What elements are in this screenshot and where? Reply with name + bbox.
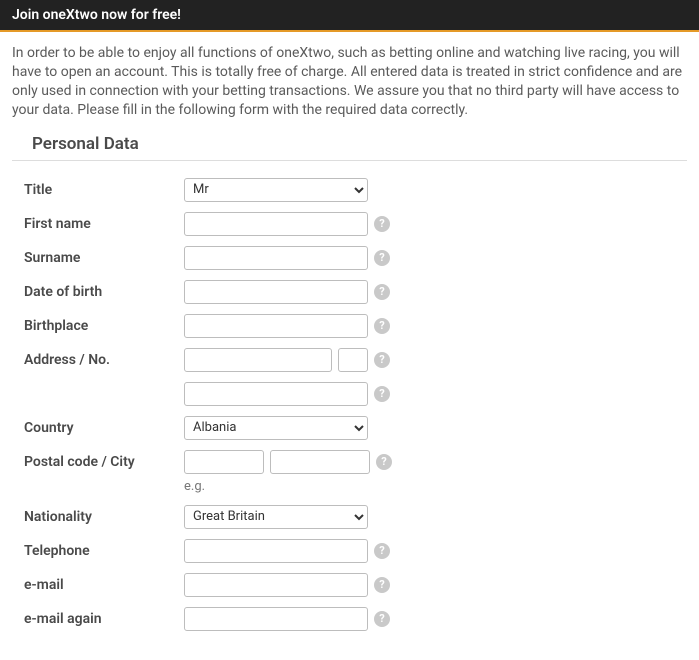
help-icon: ? — [374, 250, 390, 266]
email-again-input[interactable] — [184, 607, 368, 631]
col-surname: ? — [184, 246, 392, 270]
row-title: Title Mr — [24, 177, 675, 203]
row-country: Country Albania — [24, 415, 675, 441]
intro-text: In order to be able to enjoy all functio… — [0, 32, 699, 130]
postal-hint: e.g. — [184, 479, 205, 494]
email-input[interactable] — [184, 573, 368, 597]
label-telephone: Telephone — [24, 543, 184, 559]
row-email-again: e-mail again ? — [24, 606, 675, 632]
nationality-select[interactable]: Great Britain — [184, 505, 368, 529]
label-country: Country — [24, 420, 184, 436]
help-icon: ? — [374, 216, 390, 232]
row-postal: Postal code / City ? — [24, 449, 675, 475]
col-email: ? — [184, 573, 392, 597]
help-icon: ? — [376, 454, 392, 470]
help-icon: ? — [374, 386, 390, 402]
row-birthplace: Birthplace ? — [24, 313, 675, 339]
label-first-name: First name — [24, 216, 184, 232]
col-address-1: ? — [184, 348, 392, 372]
surname-input[interactable] — [184, 246, 368, 270]
country-select[interactable]: Albania — [184, 416, 368, 440]
help-icon: ? — [374, 577, 390, 593]
col-country: Albania — [184, 416, 368, 440]
label-surname: Surname — [24, 250, 184, 266]
help-icon: ? — [374, 318, 390, 334]
row-address-1: Address / No. ? — [24, 347, 675, 373]
label-birthplace: Birthplace — [24, 318, 184, 334]
row-address-2: ? — [24, 381, 675, 407]
row-postal-hint: e.g. — [24, 479, 675, 494]
row-telephone: Telephone ? — [24, 538, 675, 564]
col-address-2: ? — [184, 382, 392, 406]
header-title: Join oneXtwo now for free! — [12, 7, 181, 23]
col-first-name: ? — [184, 212, 392, 236]
label-address: Address / No. — [24, 352, 184, 368]
col-email-again: ? — [184, 607, 392, 631]
row-dob: Date of birth ? — [24, 279, 675, 305]
col-nationality: Great Britain — [184, 505, 368, 529]
col-dob: ? — [184, 280, 392, 304]
row-first-name: First name ? — [24, 211, 675, 237]
postal-code-input[interactable] — [184, 450, 264, 474]
label-postal: Postal code / City — [24, 454, 184, 470]
birthplace-input[interactable] — [184, 314, 368, 338]
col-birthplace: ? — [184, 314, 392, 338]
label-title: Title — [24, 182, 184, 198]
form-area: Title Mr First name ? Surname ? Date of … — [0, 177, 699, 660]
label-email: e-mail — [24, 577, 184, 593]
dob-input[interactable] — [184, 280, 368, 304]
city-input[interactable] — [270, 450, 370, 474]
label-nationality: Nationality — [24, 509, 184, 525]
first-name-input[interactable] — [184, 212, 368, 236]
help-icon: ? — [374, 543, 390, 559]
row-nationality: Nationality Great Britain — [24, 504, 675, 530]
address-line2-input[interactable] — [184, 382, 368, 406]
section-title: Personal Data — [12, 130, 687, 161]
col-postal: ? — [184, 450, 392, 474]
title-select[interactable]: Mr — [184, 178, 368, 202]
row-email: e-mail ? — [24, 572, 675, 598]
row-surname: Surname ? — [24, 245, 675, 271]
help-icon: ? — [374, 352, 390, 368]
col-title: Mr — [184, 178, 368, 202]
address-street-input[interactable] — [184, 348, 332, 372]
header-bar: Join oneXtwo now for free! — [0, 0, 699, 32]
address-no-input[interactable] — [338, 348, 368, 372]
help-icon: ? — [374, 284, 390, 300]
col-telephone: ? — [184, 539, 392, 563]
label-dob: Date of birth — [24, 284, 184, 300]
telephone-input[interactable] — [184, 539, 368, 563]
